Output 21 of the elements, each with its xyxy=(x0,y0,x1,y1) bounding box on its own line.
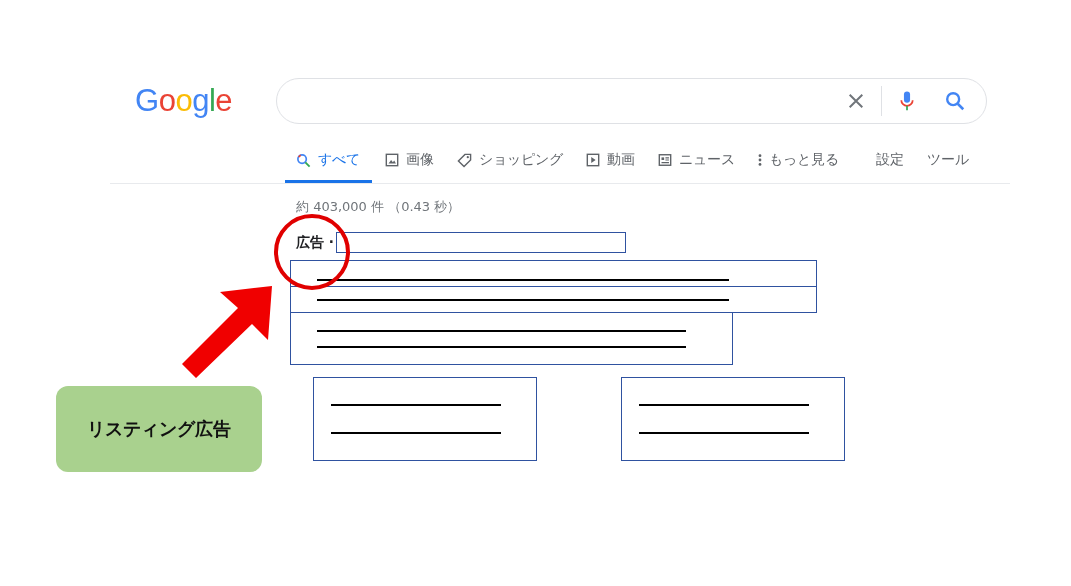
tab[interactable]: もっと見る xyxy=(747,140,851,183)
callout-label: リスティング広告 xyxy=(56,386,262,472)
search-icon[interactable] xyxy=(944,90,966,112)
microphone-icon[interactable] xyxy=(900,90,914,112)
tab[interactable]: 設定 xyxy=(865,140,916,183)
result-count: 約 403,000 件 （0.43 秒） xyxy=(296,198,462,216)
tab[interactable]: 画像 xyxy=(374,140,446,183)
tab[interactable]: ショッピング xyxy=(446,140,575,183)
tab[interactable]: ツール xyxy=(916,140,981,183)
close-icon[interactable] xyxy=(847,92,865,110)
ad-label: 広告 · xyxy=(296,233,334,252)
more-icon xyxy=(758,153,762,167)
play-icon xyxy=(586,153,600,167)
tag-icon xyxy=(457,152,472,168)
tab[interactable]: 動画 xyxy=(575,140,647,183)
tab[interactable]: ニュース xyxy=(647,140,747,183)
tab[interactable]: すべて xyxy=(285,140,372,183)
newspaper-icon xyxy=(658,153,672,167)
search-icon xyxy=(296,152,311,168)
google-logo[interactable]: Google xyxy=(135,78,230,124)
image-icon xyxy=(385,153,399,167)
